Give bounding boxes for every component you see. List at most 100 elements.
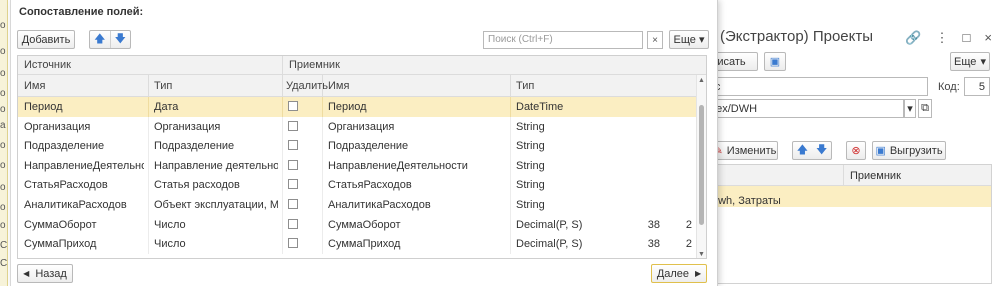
cell-scale: 2 — [685, 238, 692, 251]
search-clear-button[interactable]: × — [647, 31, 663, 49]
cell-src-type: Статья расходов — [154, 179, 240, 192]
delete-button[interactable]: ⊗ — [846, 141, 866, 160]
move-button-group: 🡅 🡇 — [89, 30, 131, 49]
next-button[interactable]: Далее ▶ — [651, 264, 707, 283]
search-input[interactable]: Поиск (Ctrl+F) — [483, 31, 643, 49]
more-vert-icon[interactable]: ⋮ — [936, 30, 949, 46]
name-field[interactable]: кс — [706, 77, 928, 96]
cell-tgt-type: String — [516, 140, 545, 153]
strip-glyph: С — [0, 258, 8, 269]
column-divider — [322, 116, 323, 137]
cell-src-type: Дата — [154, 101, 179, 113]
strip-glyph: о — [0, 182, 6, 193]
cell-src-type: Число — [154, 218, 186, 231]
arrow-down-icon[interactable]: 🡇 — [111, 31, 131, 48]
cell-src-type: Подразделение — [154, 140, 235, 153]
col-header-tgt-type[interactable]: Тип — [516, 80, 534, 92]
table-row[interactable]: СуммаПриход Число СуммаПриход Decimal(P, S)… — [18, 234, 698, 254]
column-header-row: Имя Тип Удалить Имя Тип — [18, 75, 706, 97]
structure-icon: ▣ — [769, 56, 781, 68]
cell-tgt-type: String — [516, 159, 545, 172]
path-field[interactable]: dex/DWH — [706, 99, 904, 118]
column-divider — [282, 214, 283, 235]
col-header-src-name[interactable]: Имя — [24, 80, 45, 92]
column-divider — [322, 175, 323, 195]
structure-button[interactable]: ▣ — [764, 52, 786, 71]
strip-glyph: С — [0, 240, 8, 251]
back-button[interactable]: ◀ Назад — [17, 264, 73, 283]
cell-precision: 38 — [647, 238, 660, 251]
arrow-down-icon[interactable]: 🡇 — [816, 141, 827, 160]
column-divider — [148, 75, 149, 97]
vertical-scrollbar[interactable]: ▲ ▼ — [696, 75, 706, 258]
delete-checkbox[interactable] — [288, 159, 298, 170]
arrow-up-icon[interactable]: 🡅 — [90, 31, 111, 48]
scroll-up-icon[interactable]: ▲ — [698, 77, 705, 84]
back-label: Назад — [35, 267, 67, 280]
table-row[interactable]: Период Дата Период DateTime — [18, 97, 698, 117]
link-icon[interactable]: 🔗 — [905, 30, 921, 46]
column-divider — [282, 75, 283, 97]
dialog-title: Сопоставление полей: — [19, 6, 144, 18]
cell-src-name: СуммаПриход — [24, 238, 97, 251]
cell-tgt-type: String — [516, 120, 545, 133]
maximize-icon[interactable]: □ — [963, 30, 971, 46]
column-divider — [148, 175, 149, 195]
col-header-tgt-name[interactable]: Имя — [328, 80, 349, 92]
chevron-left-icon: ◀ — [23, 269, 30, 278]
column-divider — [148, 234, 149, 254]
grid-row[interactable]: dwh, Затраты — [706, 186, 991, 207]
delete-checkbox[interactable] — [288, 198, 298, 209]
column-divider — [282, 116, 283, 137]
table-row[interactable]: АналитикаРасходов Объект эксплуатации, Ма… — [18, 194, 698, 215]
strip-glyph: о — [0, 88, 6, 99]
strip-glyph: о — [0, 104, 6, 115]
delete-checkbox[interactable] — [288, 179, 298, 190]
column-divider — [282, 175, 283, 195]
column-divider — [322, 214, 323, 235]
cell-src-name: СуммаОборот — [24, 218, 97, 231]
table-row[interactable]: СтатьяРасходов Статья расходов СтатьяРасхо… — [18, 175, 698, 195]
title-icons: 🔗 ⋮ □ × — [905, 30, 992, 46]
code-field[interactable]: 5 — [964, 77, 990, 96]
table-row[interactable]: Подразделение Подразделение Подразделение S… — [18, 136, 698, 156]
cell-tgt-name: СуммаОборот — [328, 218, 401, 231]
table-row[interactable]: НаправлениеДеятельности Направление деяте… — [18, 155, 698, 176]
open-button[interactable]: ⧉ — [918, 99, 932, 118]
export-button[interactable]: ▣ Выгрузить — [872, 141, 946, 160]
cell-src-type: Объект эксплуатации, Мар... — [154, 198, 278, 211]
cell-tgt-name: Период — [328, 101, 367, 113]
cell-tgt-name: АналитикаРасходов — [328, 198, 431, 211]
cell-precision: 38 — [647, 218, 660, 231]
column-divider — [510, 175, 511, 195]
close-icon[interactable]: × — [984, 30, 992, 46]
arrow-up-icon[interactable]: 🡅 — [797, 141, 808, 160]
more-label: Еще — [954, 55, 977, 68]
delete-checkbox[interactable] — [288, 218, 298, 229]
more-label: Еще — [673, 33, 696, 46]
scrollbar-thumb[interactable] — [699, 105, 704, 225]
change-button[interactable]: ✎ Изменить — [712, 141, 778, 160]
delete-checkbox[interactable] — [288, 238, 298, 249]
cell-src-name: Период — [24, 101, 63, 113]
path-dropdown-button[interactable]: ▾ — [904, 99, 916, 118]
dropdown-icon: ▾ — [698, 34, 705, 46]
cell-src-type: Направление деятельности — [154, 159, 278, 172]
delete-checkbox[interactable] — [288, 120, 298, 131]
delete-checkbox[interactable] — [288, 140, 298, 151]
column-divider — [322, 155, 323, 176]
more-button[interactable]: Еще ▾ — [669, 30, 709, 49]
more-button[interactable]: Еще ▾ — [950, 52, 990, 71]
move-buttons[interactable]: 🡅 🡇 — [792, 141, 832, 160]
col-header-src-type[interactable]: Тип — [154, 80, 172, 92]
cell-src-type: Организация — [154, 120, 221, 133]
scroll-down-icon[interactable]: ▼ — [698, 251, 705, 258]
table-row[interactable]: Организация Организация Организация String — [18, 116, 698, 137]
group-header-source: Источник — [18, 56, 282, 75]
column-divider — [510, 116, 511, 137]
add-button[interactable]: Добавить — [17, 30, 75, 49]
column-divider — [322, 136, 323, 156]
delete-checkbox[interactable] — [288, 101, 298, 111]
cell-tgt-type: Decimal(P, S) — [516, 238, 583, 251]
table-row[interactable]: СуммаОборот Число СуммаОборот Decimal(P, S)… — [18, 214, 698, 235]
